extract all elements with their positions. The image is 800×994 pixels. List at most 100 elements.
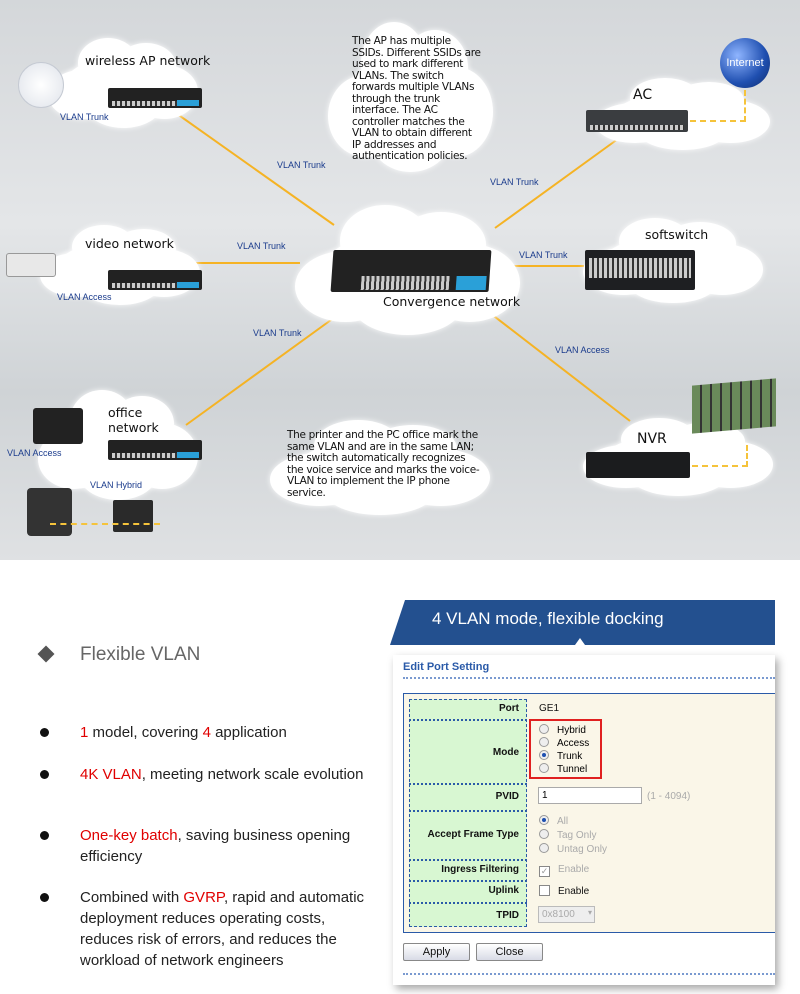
internet-label: Internet	[726, 57, 764, 69]
radio-label: Hybrid	[557, 725, 586, 736]
divider	[403, 677, 775, 679]
bullet-dot-icon	[40, 831, 49, 840]
radio-option[interactable]: Trunk	[539, 750, 589, 763]
bullet-text: model, covering	[88, 724, 203, 741]
node-office: office network	[108, 405, 159, 435]
radio-label: Tag Only	[557, 830, 597, 841]
link-label: VLAN Access	[7, 448, 62, 458]
radio-option[interactable]: All	[539, 815, 607, 829]
pvid-input[interactable]: 1	[538, 787, 642, 804]
bullet-text: Combined with	[80, 889, 184, 906]
tpid-label: TPID	[496, 910, 519, 921]
radio-option[interactable]: Untag Only	[539, 843, 607, 857]
mode-label: Mode	[492, 747, 519, 758]
node-convergence: Convergence network	[383, 294, 521, 309]
radio-option[interactable]: Access	[539, 737, 589, 750]
radio-option[interactable]: Hybrid	[539, 724, 589, 737]
radio-icon[interactable]	[539, 829, 549, 839]
switch-icon	[108, 88, 202, 108]
feature-bullet: Combined with GVRP, rapid and automatic …	[80, 887, 370, 971]
port-value: GE1	[539, 703, 560, 714]
node-softswitch: softswitch	[645, 227, 709, 242]
office-note: The printer and the PC office mark the s…	[287, 429, 480, 499]
feature-bullet: 4K VLAN, meeting network scale evolution	[80, 764, 370, 785]
highlight-text: 4K VLAN	[80, 766, 142, 783]
divider	[403, 973, 775, 975]
ap-note: The AP has multiple SSIDs. Different SSI…	[352, 35, 481, 162]
feature-bullet: 1 model, covering 4 application	[80, 722, 370, 743]
highlight-text: One-key batch	[80, 827, 178, 844]
node-nvr: NVR	[637, 431, 667, 447]
edit-port-setting-panel: Edit Port Setting Port GE1 Mode Hybrid Acc…	[393, 655, 775, 985]
radio-label: Trunk	[557, 751, 583, 762]
close-button[interactable]: Close	[476, 943, 543, 961]
radio-option[interactable]: Tag Only	[539, 829, 607, 843]
port-label: Port	[499, 703, 519, 714]
node-video: video network	[85, 236, 174, 251]
bullet-dot-icon	[40, 770, 49, 779]
apply-button[interactable]: Apply	[403, 943, 470, 961]
accept-frame-radio-group: All Tag Only Untag Only	[539, 815, 607, 857]
link-label: VLAN Trunk	[253, 328, 302, 338]
softswitch-icon	[585, 250, 695, 290]
feature-bullet: One-key batch, saving business opening e…	[80, 825, 370, 867]
radio-label: Access	[557, 738, 590, 749]
panel-title: Edit Port Setting	[403, 661, 490, 673]
network-diagram: wireless AP network VLAN Trunk VLAN Trun…	[0, 0, 800, 560]
pvid-range: (1 - 4094)	[647, 791, 691, 802]
radio-icon[interactable]	[539, 724, 549, 734]
pvid-label: PVID	[495, 791, 519, 802]
radio-label: Untag Only	[557, 844, 608, 855]
accept-frame-type-label: Accept Frame Type	[427, 829, 519, 840]
banner-text: 4 VLAN mode, flexible docking	[432, 609, 664, 628]
camera-icon	[6, 253, 56, 277]
access-point-icon	[18, 62, 64, 108]
mode-radio-group: Hybrid Access Trunk Tunnel	[539, 724, 589, 776]
nvr-icon	[586, 452, 690, 478]
radio-icon[interactable]	[539, 737, 549, 747]
printer-icon	[33, 408, 83, 444]
radio-label: Tunnel	[557, 764, 588, 775]
uplink-label: Uplink	[488, 885, 519, 896]
link-label: VLAN Trunk	[277, 160, 326, 170]
link-label: VLAN Access	[57, 292, 112, 302]
radio-icon[interactable]	[539, 750, 549, 760]
ingress-checkbox[interactable]: ✓	[539, 866, 550, 877]
bullet-dot-icon	[40, 893, 49, 902]
node-ac: AC	[633, 87, 653, 103]
radio-icon[interactable]	[539, 843, 549, 853]
link-label: VLAN Trunk	[519, 250, 568, 260]
diamond-icon	[37, 645, 55, 663]
arrow-icon	[692, 445, 748, 467]
link-label: VLAN Trunk	[237, 241, 286, 251]
ac-controller-icon	[586, 110, 688, 132]
uplink-checkbox[interactable]	[539, 885, 550, 896]
switch-icon	[108, 270, 202, 290]
port-form: Port GE1 Mode Hybrid Access Trunk Tunnel PVI…	[403, 693, 775, 933]
video-wall-icon	[692, 378, 776, 434]
arrow-icon	[690, 90, 746, 122]
arrow-icon	[50, 470, 160, 525]
link-label: VLAN Trunk	[490, 177, 539, 187]
bullet-dot-icon	[40, 728, 49, 737]
radio-icon[interactable]	[539, 763, 549, 773]
uplink-enable-label: Enable	[558, 886, 590, 897]
internet-globe-icon: Internet	[720, 38, 770, 88]
highlight-text: 4	[202, 724, 211, 741]
chevron-down-icon: ▾	[587, 908, 592, 917]
link-label: VLAN Access	[555, 345, 610, 355]
ingress-filtering-label: Ingress Filtering	[441, 864, 519, 875]
link-label: VLAN Trunk	[60, 112, 109, 122]
ingress-enable-label: Enable	[558, 864, 590, 875]
radio-label: All	[557, 816, 569, 827]
bullet-text: , meeting network scale evolution	[141, 766, 364, 783]
node-wireless-ap: wireless AP network	[85, 53, 211, 68]
feature-title: Flexible VLAN	[80, 644, 201, 665]
core-switch-icon	[330, 250, 492, 292]
bullet-text: application	[210, 724, 287, 741]
tpid-value: 0x8100	[542, 909, 575, 920]
banner: 4 VLAN mode, flexible docking	[390, 600, 775, 645]
radio-option[interactable]: Tunnel	[539, 763, 589, 776]
radio-icon[interactable]	[539, 815, 549, 825]
tpid-select[interactable]: 0x8100 ▾	[538, 906, 595, 923]
